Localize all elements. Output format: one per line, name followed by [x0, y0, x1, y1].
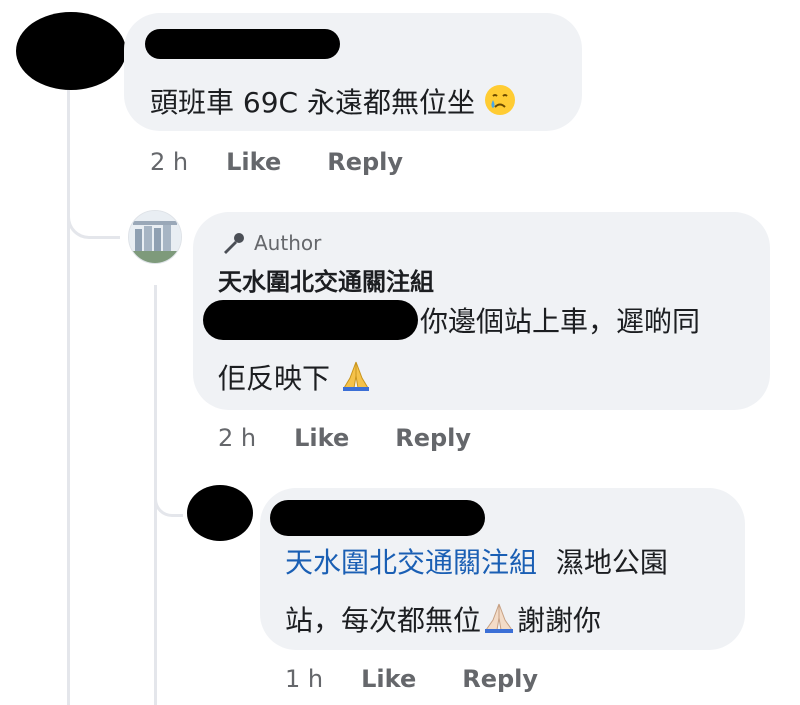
- author-name[interactable]: 天水圍北交通關注組: [218, 262, 434, 297]
- building-icon: [129, 211, 181, 263]
- comment-actions: 1 h Like Reply: [285, 665, 584, 693]
- folded-hands-icon: [339, 358, 373, 401]
- timestamp: 2 h: [150, 148, 189, 176]
- comment-text: 頭班車 69C 永遠都無位坐: [150, 84, 516, 125]
- like-button[interactable]: Like: [361, 665, 416, 693]
- thread-branch-2: [154, 470, 183, 517]
- avatar[interactable]: [16, 12, 126, 90]
- folded-hands-icon: [481, 600, 517, 643]
- like-button[interactable]: Like: [294, 424, 349, 452]
- thread-branch-1: [67, 190, 120, 239]
- author-badge-label: Author: [254, 231, 322, 255]
- reply-button[interactable]: Reply: [327, 148, 403, 176]
- comment-text-line2: 站，每次都無位 謝謝你: [285, 600, 601, 643]
- crying-face-icon: [484, 84, 516, 125]
- comment-text-line1: 天水圍北交通關注組 濕地公園: [285, 546, 668, 579]
- avatar[interactable]: [187, 485, 253, 541]
- page-avatar[interactable]: [128, 210, 182, 264]
- comment-text-line1: 你邊個站上車，遲啲同: [420, 305, 701, 338]
- comment-text-line2: 佢反映下: [218, 358, 373, 401]
- timestamp: 2 h: [218, 424, 257, 452]
- like-button[interactable]: Like: [226, 148, 281, 176]
- author-badge: Author: [220, 231, 321, 255]
- mention-link[interactable]: 天水圍北交通關注組: [285, 546, 537, 579]
- redacted-mention: [203, 300, 418, 340]
- thread-line-main: [67, 90, 70, 705]
- redacted-name: [270, 500, 485, 536]
- comment-actions: 2 h Like Reply: [150, 148, 449, 176]
- redacted-name: [145, 29, 340, 59]
- microphone-icon: [224, 233, 244, 254]
- timestamp: 1 h: [285, 665, 324, 693]
- comment-actions: 2 h Like Reply: [218, 424, 517, 452]
- reply-button[interactable]: Reply: [462, 665, 538, 693]
- reply-button[interactable]: Reply: [395, 424, 471, 452]
